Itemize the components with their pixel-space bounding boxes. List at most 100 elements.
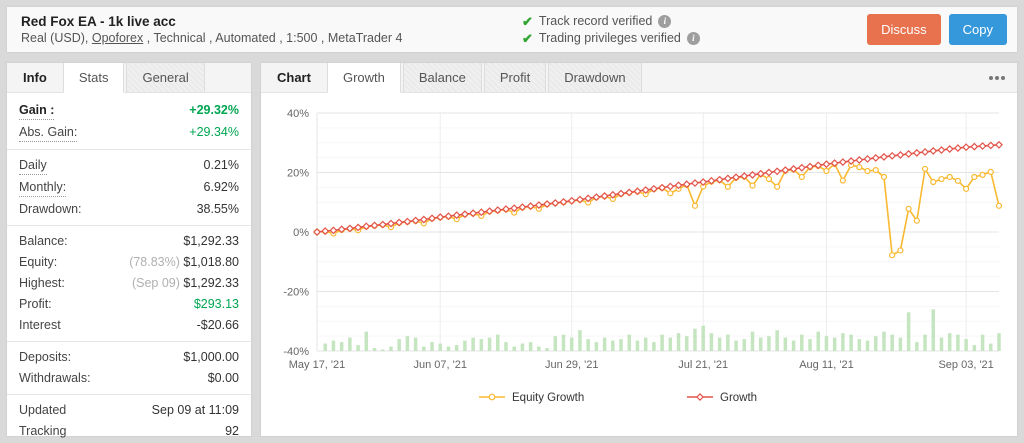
account-title-block: Red Fox EA - 1k live acc Real (USD), Opo…	[17, 13, 522, 47]
stat-value: (Sep 09) $1,292.33	[131, 276, 239, 290]
growth-chart-svg: May 17, '21 Jun 07, '21 Jun 29, '21 Jul 21,…	[283, 108, 1003, 404]
stat-value: $1,000.00	[183, 350, 239, 364]
stat-label: Monthly:	[19, 179, 67, 197]
stat-row: Tracking 92	[7, 421, 251, 442]
stats-group: Updated Sep 09 at 11:09 Tracking 92	[7, 394, 251, 443]
x-axis-tick-label: May 17, '21	[289, 359, 346, 371]
stat-row: Updated Sep 09 at 11:09	[7, 400, 251, 421]
chart-tabstrip: Chart Growth Balance Profit Drawdown	[261, 63, 1017, 93]
stat-label: Highest:	[19, 276, 65, 290]
stat-row: Monthly: 6.92%	[7, 177, 251, 199]
stat-label: Abs. Gain:	[19, 124, 78, 142]
stat-value: +29.32%	[189, 103, 239, 117]
stat-row: Equity: (78.83%) $1,018.80	[7, 252, 251, 273]
x-axis-tick-label: Jun 29, '21	[545, 359, 598, 371]
stat-row: Deposits: $1,000.00	[7, 347, 251, 368]
checkmark-icon: ✔	[522, 13, 533, 29]
stat-label: Tracking	[19, 424, 67, 438]
track-record-verified-row: ✔ Track record verified i	[522, 14, 700, 29]
broker-link[interactable]: Opoforex	[92, 31, 143, 45]
chart-panel: Chart Growth Balance Profit Drawdown May…	[260, 62, 1018, 437]
stat-value: $0.00	[207, 371, 239, 385]
tab-stats[interactable]: Stats	[62, 63, 125, 93]
stat-value: 38.55%	[196, 202, 239, 216]
stat-label: Withdrawals:	[19, 371, 91, 385]
stat-label: Drawdown:	[19, 202, 82, 216]
account-subtitle: Real (USD), Opoforex , Technical , Autom…	[21, 30, 522, 47]
stat-row: Gain : +29.32%	[7, 100, 251, 122]
info-panel-label: Info	[23, 70, 47, 85]
tab-profit[interactable]: Profit	[483, 63, 547, 92]
account-type: Real (USD),	[21, 30, 92, 45]
legend-item-equity-growth[interactable]: Equity Growth	[479, 392, 584, 404]
y-axis-tick-label: 20%	[287, 168, 309, 180]
trading-privileges-verified-row: ✔ Trading privileges verified i	[522, 31, 700, 46]
stat-value: 0.21%	[203, 158, 239, 172]
stats-tabstrip: Info Stats General	[7, 63, 251, 93]
stat-value-note: (Sep 09)	[131, 276, 184, 290]
x-axis-tick-label: Jul 21, '21	[678, 359, 728, 371]
stat-row: Highest: (Sep 09) $1,292.33	[7, 273, 251, 294]
tab-growth[interactable]: Growth	[326, 63, 401, 93]
stat-label: Profit:	[19, 297, 52, 311]
y-axis-tick-label: 40%	[287, 108, 309, 120]
x-axis-tick-label: Aug 11, '21	[799, 359, 854, 371]
account-header: Red Fox EA - 1k live acc Real (USD), Opo…	[6, 6, 1018, 53]
stat-value: 6.92%	[203, 180, 239, 194]
stat-row: Abs. Gain: +29.34%	[7, 122, 251, 144]
stat-label: Balance:	[19, 234, 68, 248]
x-axis-tick-label: Jun 07, '21	[414, 359, 467, 371]
stat-row: Withdrawals: $0.00	[7, 368, 251, 389]
stat-label: Interest	[19, 318, 61, 332]
legend-item-growth[interactable]: Growth	[687, 392, 757, 404]
stat-value: +29.34%	[189, 125, 239, 139]
x-axis-tick-label: Sep 03, '21	[938, 359, 993, 371]
stat-row: Profit: $293.13	[7, 294, 251, 315]
growth-chart: May 17, '21 Jun 07, '21 Jun 29, '21 Jul 21,…	[261, 93, 1017, 438]
track-record-verified-label: Track record verified	[538, 13, 653, 28]
activity-bars	[323, 309, 1001, 351]
y-axis-tick-label: -20%	[283, 287, 309, 299]
chart-panel-label: Chart	[277, 70, 311, 85]
stat-label: Equity:	[19, 255, 58, 269]
account-attributes: , Technical , Automated , 1:500 , MetaTr…	[143, 30, 403, 45]
stat-label: Daily	[19, 157, 47, 175]
trading-privileges-verified-label: Trading privileges verified	[538, 30, 681, 45]
legend-label: Equity Growth	[512, 392, 584, 404]
stat-label: Gain :	[19, 102, 55, 120]
stat-label: Deposits:	[19, 350, 72, 364]
tab-drawdown[interactable]: Drawdown	[548, 63, 642, 92]
stat-value: $293.13	[193, 297, 239, 311]
info-icon[interactable]: i	[686, 31, 700, 45]
legend-label: Growth	[720, 392, 757, 404]
stats-rows: Gain : +29.32% Abs. Gain: +29.34% Daily 0.21%…	[7, 93, 251, 443]
stat-value: 92	[225, 424, 239, 438]
stat-value: Sep 09 at 11:09	[151, 403, 239, 417]
stats-group: Deposits: $1,000.00 Withdrawals: $0.00	[7, 341, 251, 394]
growth-line-series	[313, 140, 1003, 236]
stats-panel: Info Stats General Gain : +29.32% Abs. Gai…	[6, 62, 252, 438]
stat-value: $1,292.33	[183, 234, 239, 248]
stat-row: Daily 0.21%	[7, 155, 251, 177]
stat-row: Drawdown: 38.55%	[7, 199, 251, 220]
stats-group: Gain : +29.32% Abs. Gain: +29.34%	[7, 95, 251, 149]
stat-row: Balance: $1,292.33	[7, 231, 251, 252]
stat-value-note: (78.83%)	[129, 255, 184, 269]
equity-growth-line-series	[313, 160, 1003, 259]
stat-row: Interest -$20.66	[7, 315, 251, 336]
stats-group: Balance: $1,292.33 Equity: (78.83%) $1,018.…	[7, 225, 251, 341]
stat-value: -$20.66	[196, 318, 239, 332]
stat-value: (78.83%) $1,018.80	[129, 255, 239, 269]
tab-balance[interactable]: Balance	[402, 63, 482, 92]
tab-general[interactable]: General	[126, 63, 205, 92]
account-title: Red Fox EA - 1k live acc	[21, 13, 176, 29]
y-axis-tick-label: 0%	[293, 227, 309, 239]
discuss-button[interactable]: Discuss	[867, 14, 941, 45]
info-icon[interactable]: i	[658, 14, 672, 28]
ellipsis-menu-icon[interactable]	[977, 63, 1017, 92]
y-axis-tick-label: -40%	[283, 346, 309, 358]
checkmark-icon: ✔	[522, 30, 533, 46]
stat-label: Updated	[19, 403, 67, 417]
copy-button[interactable]: Copy	[948, 14, 1007, 45]
verification-block: ✔ Track record verified i ✔ Trading priv…	[522, 14, 700, 46]
